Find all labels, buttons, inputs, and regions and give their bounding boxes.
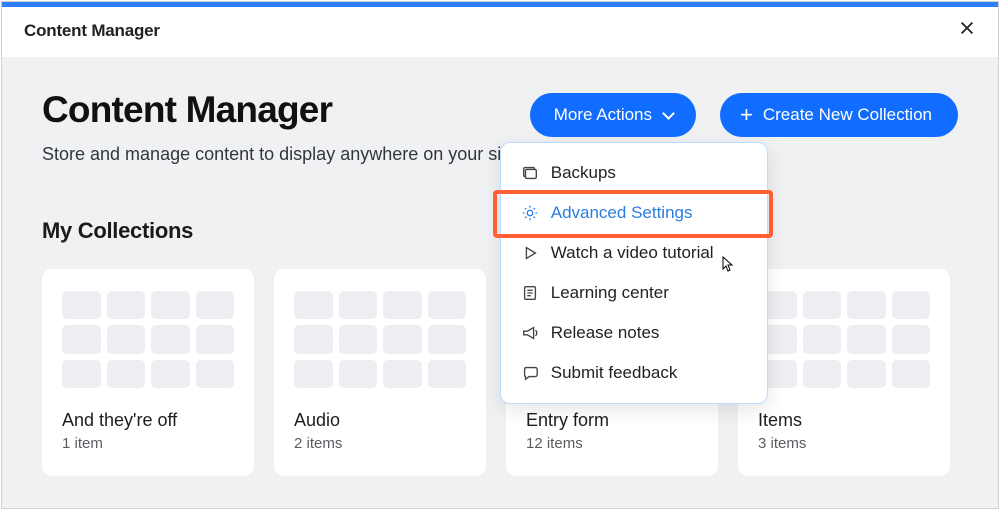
dropdown-item-submit-feedback[interactable]: Submit feedback [501, 353, 767, 393]
collection-count: 3 items [758, 435, 930, 452]
play-icon [521, 244, 539, 262]
card-thumbnail [758, 291, 930, 388]
collection-name: Audio [294, 410, 466, 431]
page-description: Store and manage content to display anyw… [42, 141, 521, 168]
collection-card[interactable]: And they're off 1 item [42, 269, 254, 476]
dropdown-item-backups[interactable]: Backups [501, 153, 767, 193]
collection-count: 12 items [526, 435, 698, 452]
chevron-down-icon [662, 109, 674, 121]
collection-count: 1 item [62, 435, 234, 452]
dropdown-item-label: Release notes [551, 323, 660, 343]
collection-card[interactable]: Audio 2 items [274, 269, 486, 476]
dropdown-item-advanced-settings[interactable]: Advanced Settings [501, 193, 767, 233]
backups-icon [521, 164, 539, 182]
topbar-title: Content Manager [24, 21, 160, 41]
chat-icon [521, 364, 539, 382]
top-bar: Content Manager [2, 7, 998, 57]
collection-name: And they're off [62, 410, 234, 431]
dropdown-item-learning-center[interactable]: Learning center [501, 273, 767, 313]
dropdown-item-label: Advanced Settings [551, 203, 693, 223]
dropdown-item-video-tutorial[interactable]: Watch a video tutorial [501, 233, 767, 273]
card-thumbnail [62, 291, 234, 388]
gear-icon [521, 204, 539, 222]
main-panel: Content Manager Store and manage content… [2, 57, 998, 508]
page-title: Content Manager [42, 89, 521, 131]
dropdown-item-release-notes[interactable]: Release notes [501, 313, 767, 353]
dropdown-item-label: Learning center [551, 283, 669, 303]
create-collection-button[interactable]: + Create New Collection [720, 93, 958, 137]
more-actions-button[interactable]: More Actions [530, 93, 696, 137]
dropdown-item-label: Submit feedback [551, 363, 678, 383]
more-actions-dropdown: Backups Advanced Settings [500, 142, 768, 404]
collection-name: Entry form [526, 410, 698, 431]
more-actions-label: More Actions [554, 105, 652, 125]
megaphone-icon [521, 324, 539, 342]
create-collection-label: Create New Collection [763, 105, 932, 125]
dropdown-item-label: Backups [551, 163, 616, 183]
document-icon [521, 284, 539, 302]
dropdown-item-label: Watch a video tutorial [551, 243, 714, 263]
collection-card[interactable]: Items 3 items [738, 269, 950, 476]
collection-count: 2 items [294, 435, 466, 452]
card-thumbnail [294, 291, 466, 388]
collection-name: Items [758, 410, 930, 431]
close-icon[interactable] [958, 19, 976, 42]
